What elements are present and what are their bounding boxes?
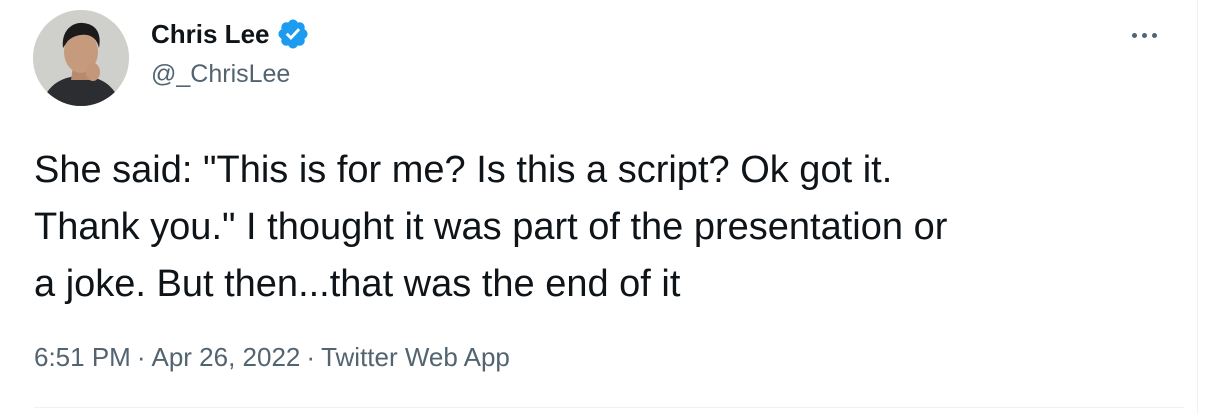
- tweet-divider: [34, 407, 1184, 408]
- author-handle[interactable]: @_ChrisLee: [151, 58, 290, 90]
- panel-right-border: [1197, 0, 1198, 414]
- meta-separator: ·: [306, 342, 316, 372]
- verified-badge-icon: [276, 17, 310, 51]
- ellipsis-icon: [1141, 32, 1147, 38]
- ellipsis-icon: [1151, 32, 1157, 38]
- tweet-date-link[interactable]: Apr 26, 2022: [152, 342, 301, 372]
- tweet-text: She said: "This is for me? Is this a scr…: [34, 149, 948, 305]
- ellipsis-icon: [1131, 32, 1137, 38]
- tweet-source-link[interactable]: Twitter Web App: [321, 342, 510, 372]
- tweet-time-link[interactable]: 6:51 PM: [34, 342, 131, 372]
- author-name-row: Chris Lee: [151, 17, 310, 51]
- more-options-button[interactable]: [1124, 20, 1164, 50]
- meta-separator: ·: [136, 342, 146, 372]
- author-display-name[interactable]: Chris Lee: [151, 17, 270, 51]
- tweet-meta: 6:51 PM · Apr 26, 2022 · Twitter Web App: [34, 340, 510, 374]
- author-avatar[interactable]: [33, 10, 129, 106]
- avatar-photo-icon: [33, 10, 129, 106]
